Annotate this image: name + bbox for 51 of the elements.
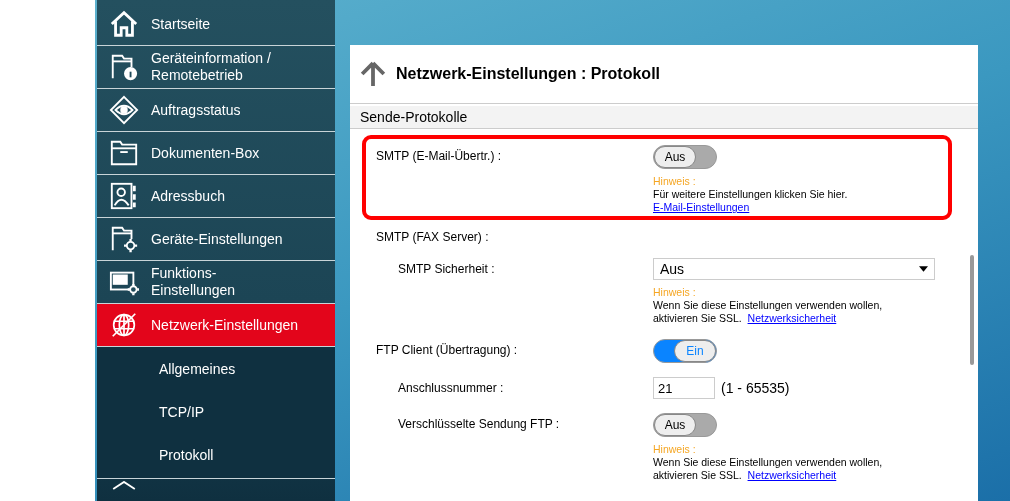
globe-icon bbox=[109, 310, 139, 340]
hint-title: Hinweis : bbox=[653, 443, 697, 456]
scrollbar[interactable] bbox=[970, 255, 974, 365]
sidebar-item-label: Geräte-Einstellungen bbox=[151, 230, 284, 248]
sidebar-item[interactable]: Geräteinformation / Remotebetrieb bbox=[97, 46, 335, 89]
settings-link[interactable]: E-Mail-Einstellungen bbox=[653, 201, 750, 213]
setting-label: Verschlüsselte Sendung FTP : bbox=[397, 416, 561, 431]
house-icon bbox=[109, 9, 139, 39]
setting-label: SMTP Sicherheit : bbox=[397, 261, 496, 276]
setting-label: FTP Client (Übertragung) : bbox=[376, 342, 519, 357]
sidebar-item[interactable]: Auftragsstatus bbox=[97, 89, 335, 132]
sidebar-subitem[interactable]: Allgemeines bbox=[97, 348, 335, 391]
contact-card-icon bbox=[109, 181, 139, 211]
range-text: (1 - 65535) bbox=[721, 380, 790, 396]
sidebar-item-label: Startseite bbox=[151, 15, 212, 33]
settings-link[interactable]: Netzwerksicherheit bbox=[747, 469, 837, 481]
sidebar-item[interactable]: Adressbuch bbox=[97, 175, 335, 218]
folder-icon bbox=[109, 138, 139, 168]
sidebar-item-label: Geräteinformation / Remotebetrieb bbox=[151, 50, 272, 84]
sidebar-item-label: Auftragsstatus bbox=[151, 101, 242, 119]
setting-label: SMTP (FAX Server) : bbox=[376, 229, 490, 244]
port-input-field[interactable]: 21 bbox=[653, 377, 715, 399]
hint-text: Wenn Sie diese Einstellungen verwenden wollen, aktivieren Sie SSL. Netzwerksicherheit bbox=[653, 456, 884, 482]
sidebar-item-label: Netzwerk-Einstellungen bbox=[151, 316, 300, 334]
hint-title: Hinweis : bbox=[653, 286, 697, 299]
sidebar-item[interactable]: Dokumenten-Box bbox=[97, 132, 335, 175]
setting-label: Anschlussnummer : bbox=[397, 380, 505, 395]
arrow-up-icon[interactable] bbox=[360, 61, 386, 87]
sidebar-item-label: Dokumenten-Box bbox=[151, 144, 261, 162]
sidebar-subitem[interactable]: Protokoll bbox=[97, 434, 335, 477]
dropdown[interactable]: Aus bbox=[653, 258, 935, 280]
hint-text: Wenn Sie diese Einstellungen verwenden wollen, aktivieren Sie SSL. Netzwerksicherheit bbox=[653, 299, 884, 325]
sidebar-item-label: Adressbuch bbox=[151, 187, 226, 205]
folder-gear-icon bbox=[109, 224, 139, 254]
caret-icon bbox=[919, 266, 928, 272]
sidebar-item-label: Funktions- Einstellungen bbox=[151, 265, 237, 299]
sidebar-item[interactable]: Geräte-Einstellungen bbox=[97, 218, 335, 261]
hint-title: Hinweis : bbox=[653, 175, 697, 188]
sidebar-item[interactable]: Netzwerk-Einstellungen bbox=[97, 304, 335, 347]
chevron-icon bbox=[111, 481, 137, 490]
toggle-switch[interactable]: Aus bbox=[653, 145, 717, 169]
folder-info-icon bbox=[109, 52, 139, 82]
settings-link[interactable]: Netzwerksicherheit bbox=[747, 312, 837, 324]
hint-text: Für weitere Einstellungen klicken Sie hier. E-Mail-Einstellungen bbox=[653, 188, 849, 214]
eye-icon bbox=[109, 95, 139, 125]
setting-label: SMTP (E-Mail-Übertr.) : bbox=[376, 148, 503, 163]
section-header: Sende-Protokolle bbox=[350, 106, 978, 129]
sidebar-item[interactable]: Startseite bbox=[97, 3, 335, 46]
toggle-switch[interactable]: Aus bbox=[653, 413, 717, 437]
page-title: Netzwerk-Einstellungen : Protokoll bbox=[396, 65, 661, 83]
sidebar-subitem[interactable]: TCP/IP bbox=[97, 391, 335, 434]
